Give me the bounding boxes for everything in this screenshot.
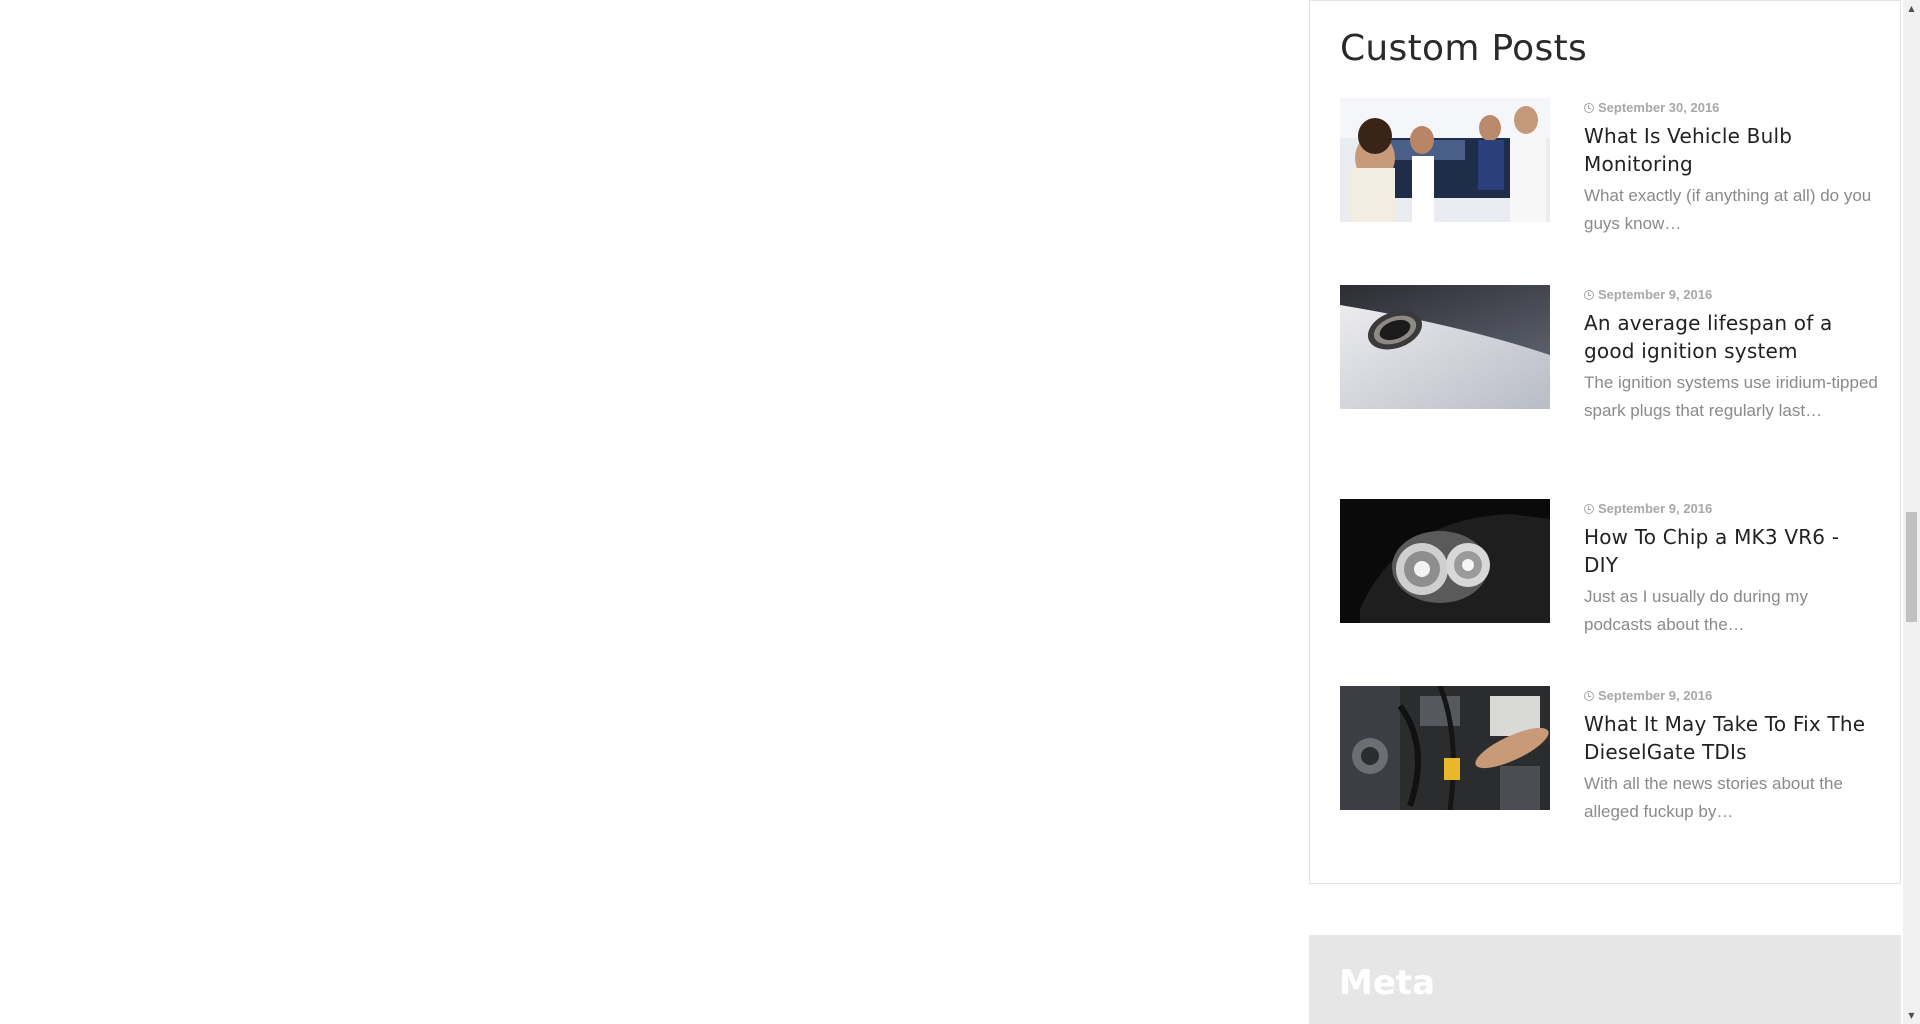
chevron-up-icon[interactable]: ▲: [1903, 0, 1920, 17]
post-excerpt: With all the news stories about the alle…: [1584, 774, 1843, 821]
post-thumbnail[interactable]: [1340, 686, 1550, 810]
clock-icon: [1584, 503, 1594, 514]
clock-icon: [1584, 690, 1594, 701]
post-date-text: September 9, 2016: [1598, 688, 1713, 703]
engine-image: [1340, 686, 1550, 810]
meta-widget-title: Meta: [1339, 963, 1436, 1003]
post-excerpt: Just as I usually do during my podcasts …: [1584, 587, 1808, 634]
post-thumbnail[interactable]: [1340, 499, 1550, 623]
post-item: September 30, 2016 What Is Vehicle Bulb …: [1340, 98, 1871, 248]
post-item: September 9, 2016 What It May Take To Fi…: [1340, 686, 1870, 836]
post-excerpt: What exactly (if anything at all) do you…: [1584, 186, 1872, 233]
clock-icon: [1584, 289, 1594, 300]
post-title-link[interactable]: How To Chip a MK3 VR6 - DIY: [1584, 523, 1874, 579]
chevron-down-icon[interactable]: ▼: [1903, 1007, 1920, 1024]
post-item: September 9, 2016 An average lifespan of…: [1340, 285, 1878, 455]
headlight-image: [1340, 499, 1550, 623]
post-title-link[interactable]: What Is Vehicle Bulb Monitoring: [1584, 122, 1874, 178]
post-item: September 9, 2016 How To Chip a MK3 VR6 …: [1340, 499, 1870, 649]
meta-widget: Meta: [1309, 935, 1901, 1024]
mechanics-image: [1340, 98, 1550, 222]
post-title-link[interactable]: What It May Take To Fix The DieselGate T…: [1584, 710, 1874, 766]
clock-icon: [1584, 102, 1594, 113]
post-thumbnail[interactable]: [1340, 98, 1550, 222]
post-date-text: September 9, 2016: [1598, 501, 1713, 516]
post-date-text: September 30, 2016: [1598, 100, 1720, 115]
post-excerpt-text: The ignition systems use iridium-tipped …: [1584, 373, 1878, 420]
post-date: September 9, 2016: [1584, 501, 1712, 516]
custom-posts-widget: Custom Posts September 30, 2016 What Is …: [1309, 0, 1901, 884]
post-date-text: September 9, 2016: [1598, 287, 1713, 302]
post-date: September 9, 2016: [1584, 688, 1712, 703]
post-date: September 30, 2016: [1584, 100, 1719, 115]
post-title-link[interactable]: An average lifespan of a good ignition s…: [1584, 309, 1874, 365]
scrollbar-thumb[interactable]: [1906, 512, 1917, 622]
vertical-scrollbar[interactable]: ▲ ▼: [1903, 0, 1920, 1024]
page: Custom Posts September 30, 2016 What Is …: [0, 0, 1920, 1024]
post-excerpt: The ignition systems use iridium-tipped …: [1340, 369, 1880, 425]
post-date: September 9, 2016: [1584, 287, 1712, 302]
widget-title: Custom Posts: [1340, 28, 1588, 69]
